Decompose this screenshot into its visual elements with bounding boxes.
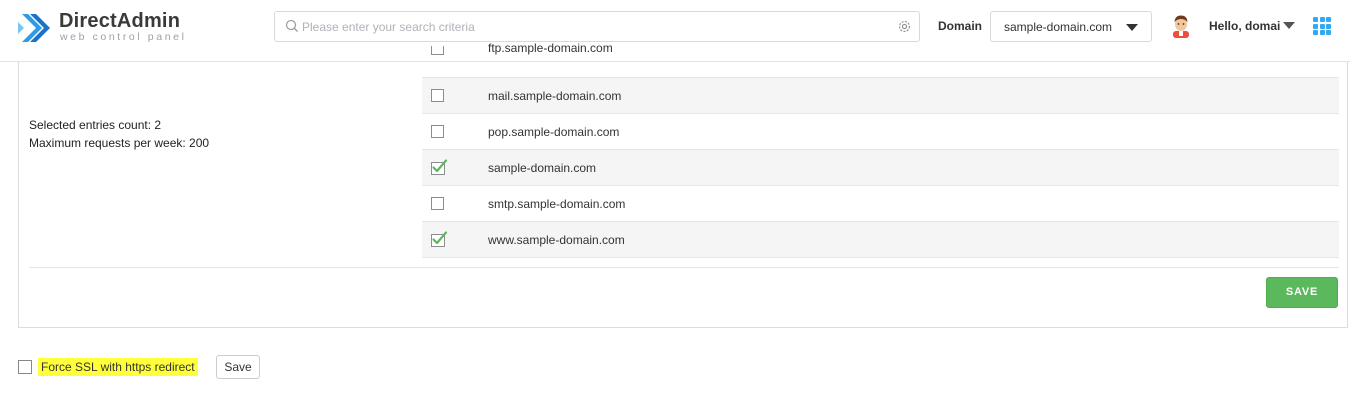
table-row[interactable]: sample-domain.com xyxy=(422,150,1339,186)
row-domain-name: www.sample-domain.com xyxy=(488,233,625,247)
ssl-domain-panel: Selected entries count: 2 Maximum reques… xyxy=(18,41,1348,328)
table-row[interactable]: pop.sample-domain.com xyxy=(422,114,1339,150)
checkbox-checked-icon[interactable] xyxy=(430,158,448,176)
domain-select[interactable]: sample-domain.com xyxy=(990,11,1152,42)
domain-select-value: sample-domain.com xyxy=(1004,20,1113,34)
directadmin-logo-icon xyxy=(18,14,50,42)
row-checkbox[interactable] xyxy=(431,46,444,55)
domain-label: Domain xyxy=(938,19,983,33)
row-checkbox[interactable] xyxy=(431,125,444,138)
row-domain-name: mail.sample-domain.com xyxy=(488,89,622,103)
force-ssl-label[interactable]: Force SSL with https redirect xyxy=(38,358,198,376)
row-domain-name: smtp.sample-domain.com xyxy=(488,197,626,211)
apps-grid-icon[interactable] xyxy=(1313,17,1331,35)
logo-title: DirectAdmin xyxy=(59,10,181,32)
force-ssl-save-button[interactable]: Save xyxy=(216,355,260,379)
request-info: Selected entries count: 2 Maximum reques… xyxy=(29,116,209,152)
directadmin-logo[interactable]: DirectAdmin web control panel xyxy=(18,8,208,52)
search-icon xyxy=(285,19,298,32)
user-menu-caret-icon[interactable] xyxy=(1283,22,1295,29)
domain-table: ftp.sample-domain.com mail.sample-domain… xyxy=(422,41,1339,258)
table-row[interactable]: mail.sample-domain.com xyxy=(422,78,1339,114)
chevron-down-icon xyxy=(1126,24,1138,31)
row-checkbox[interactable] xyxy=(431,89,444,102)
gear-icon[interactable] xyxy=(897,19,912,34)
row-checkbox[interactable] xyxy=(431,197,444,210)
row-domain-name: ftp.sample-domain.com xyxy=(488,41,613,55)
max-requests-text: Maximum requests per week: 200 xyxy=(29,136,210,150)
save-button[interactable]: SAVE xyxy=(1266,277,1338,308)
force-ssl-checkbox[interactable] xyxy=(18,360,32,374)
table-row[interactable]: www.sample-domain.com xyxy=(422,222,1339,258)
row-domain-name: pop.sample-domain.com xyxy=(488,125,620,139)
selected-count-text: Selected entries count: 2 xyxy=(29,118,162,132)
search-box[interactable] xyxy=(274,11,920,42)
logo-subtitle: web control panel xyxy=(60,31,187,43)
user-greeting[interactable]: Hello, domai xyxy=(1209,19,1280,33)
divider xyxy=(29,267,1339,268)
user-avatar[interactable] xyxy=(1170,14,1192,38)
table-row[interactable]: smtp.sample-domain.com xyxy=(422,186,1339,222)
search-input[interactable] xyxy=(302,17,892,37)
row-domain-name: sample-domain.com xyxy=(488,161,597,175)
checkbox-checked-icon[interactable] xyxy=(430,230,448,248)
table-row[interactable]: ftp.sample-domain.com xyxy=(422,41,1339,78)
